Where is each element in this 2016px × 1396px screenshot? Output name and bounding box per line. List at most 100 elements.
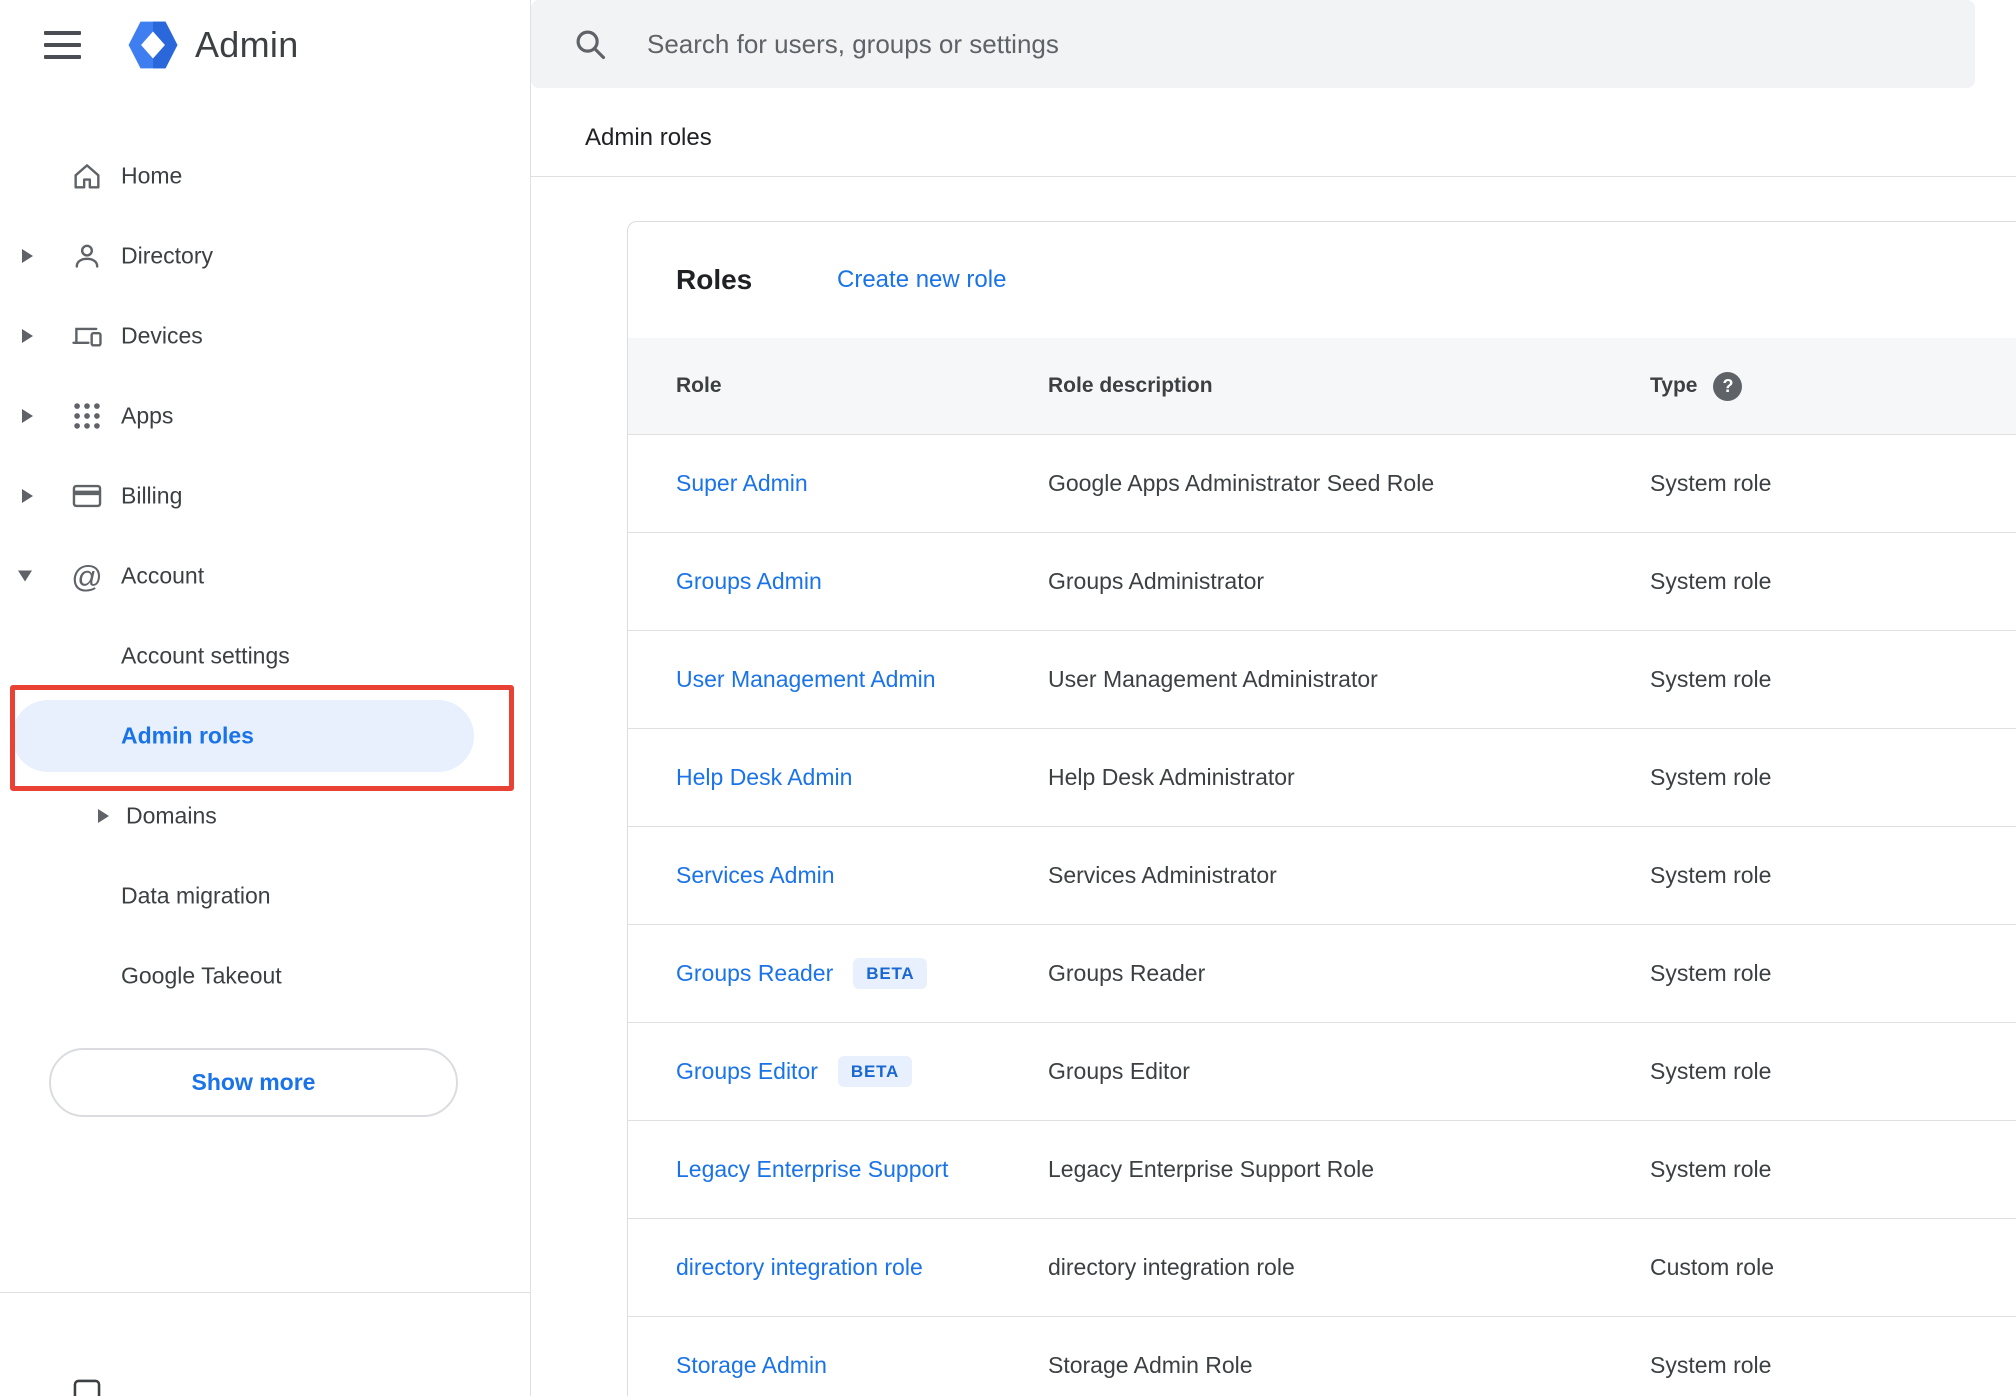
role-link[interactable]: Groups Reader <box>676 960 833 987</box>
breadcrumb: Admin roles <box>585 124 712 151</box>
table-row: Groups Reader BETA Groups Reader System … <box>628 924 2016 1022</box>
table-row: Groups Admin Groups Administrator System… <box>628 532 2016 630</box>
roles-title: Roles <box>676 264 753 295</box>
role-type: System role <box>1650 862 1772 888</box>
role-description: directory integration role <box>1048 1254 1295 1280</box>
expand-caret-icon[interactable] <box>22 489 33 503</box>
role-link[interactable]: Groups Editor <box>676 1058 818 1085</box>
expand-caret-icon[interactable] <box>98 809 109 823</box>
role-cell: Services Admin <box>676 827 835 924</box>
sidebar-header: Admin <box>0 0 531 90</box>
sidebar-item-label: Domains <box>126 802 217 829</box>
role-link[interactable]: Groups Admin <box>676 568 822 595</box>
role-cell: Groups Admin <box>676 533 822 630</box>
column-header-type: Type ? <box>1650 338 1743 434</box>
role-link[interactable]: Super Admin <box>676 470 808 497</box>
sidebar-bottom-divider <box>0 1292 531 1293</box>
sidebar-item-devices[interactable]: Devices <box>0 296 531 376</box>
role-type: System role <box>1650 666 1772 692</box>
breadcrumb-divider <box>531 176 2016 177</box>
roles-card: Roles Create new role Role Role descript… <box>627 221 2016 1396</box>
role-type: System role <box>1650 960 1772 986</box>
role-type: System role <box>1650 1352 1772 1378</box>
search-bar[interactable] <box>531 0 1975 88</box>
role-type: System role <box>1650 1156 1772 1182</box>
role-type: System role <box>1650 568 1772 594</box>
main-content: Admin roles Roles Create new role Role R… <box>531 0 2016 1396</box>
table-body: Super Admin Google Apps Administrator Se… <box>628 434 2016 1396</box>
table-row: User Management Admin User Management Ad… <box>628 630 2016 728</box>
show-more-button[interactable]: Show more <box>49 1048 458 1117</box>
beta-badge: BETA <box>837 1056 913 1087</box>
sidebar-item-domains[interactable]: Domains <box>0 776 531 856</box>
sidebar-item-google-takeout[interactable]: Google Takeout <box>0 936 531 1016</box>
role-description: Groups Reader <box>1048 960 1206 986</box>
role-description: Help Desk Administrator <box>1048 764 1295 790</box>
collapse-caret-icon[interactable] <box>18 570 32 582</box>
role-description: Groups Administrator <box>1048 568 1265 594</box>
sidebar-item-label: Apps <box>121 402 174 429</box>
sidebar-item-billing[interactable]: Billing <box>0 456 531 536</box>
role-cell: directory integration role <box>676 1219 923 1316</box>
sidebar-item-directory[interactable]: Directory <box>0 216 531 296</box>
sidebar-item-label: Admin roles <box>121 722 254 749</box>
table-row: directory integration role directory int… <box>628 1218 2016 1316</box>
sidebar-item-label: Account <box>121 562 205 589</box>
sidebar-item-account-settings[interactable]: Account settings <box>0 616 531 696</box>
expand-caret-icon[interactable] <box>22 409 33 423</box>
menu-icon[interactable] <box>44 31 81 59</box>
apps-grid-icon <box>70 399 104 433</box>
role-description: Services Administrator <box>1048 862 1277 888</box>
sidebar-item-admin-roles[interactable]: Admin roles <box>0 696 531 776</box>
role-link[interactable]: Legacy Enterprise Support <box>676 1156 948 1183</box>
role-cell: Groups Reader BETA <box>676 925 928 1022</box>
sidebar-bottom-icon[interactable] <box>70 1376 104 1396</box>
sidebar: Admin Home Directory Devices Apps Billin… <box>0 0 531 1396</box>
sidebar-item-label: Account settings <box>121 642 290 669</box>
roles-card-header: Roles Create new role <box>628 222 2016 338</box>
admin-logo-icon <box>127 19 179 71</box>
search-input[interactable] <box>647 28 1975 60</box>
role-link[interactable]: Storage Admin <box>676 1352 827 1379</box>
role-type: Custom role <box>1650 1254 1774 1280</box>
person-icon <box>70 239 104 273</box>
role-cell: Groups Editor BETA <box>676 1023 913 1120</box>
search-icon <box>571 25 609 63</box>
role-cell: Legacy Enterprise Support <box>676 1121 948 1218</box>
at-sign-icon: @ <box>71 558 103 594</box>
role-type: System role <box>1650 1058 1772 1084</box>
column-header-description: Role description <box>1048 374 1213 397</box>
role-cell: User Management Admin <box>676 631 936 728</box>
role-type: System role <box>1650 470 1772 496</box>
role-link[interactable]: Help Desk Admin <box>676 764 852 791</box>
sidebar-item-data-migration[interactable]: Data migration <box>0 856 531 936</box>
app-title: Admin <box>195 24 299 65</box>
sidebar-item-label: Google Takeout <box>121 962 282 989</box>
home-icon <box>70 159 104 193</box>
sidebar-item-home[interactable]: Home <box>0 136 531 216</box>
help-icon[interactable]: ? <box>1713 371 1743 401</box>
table-row: Services Admin Services Administrator Sy… <box>628 826 2016 924</box>
table-row: Storage Admin Storage Admin Role System … <box>628 1316 2016 1396</box>
expand-caret-icon[interactable] <box>22 249 33 263</box>
sidebar-item-apps[interactable]: Apps <box>0 376 531 456</box>
sidebar-item-account[interactable]: @ Account <box>0 536 531 616</box>
role-type: System role <box>1650 764 1772 790</box>
role-cell: Super Admin <box>676 435 808 532</box>
create-new-role-link[interactable]: Create new role <box>837 266 1006 294</box>
credit-card-icon <box>70 479 104 513</box>
sidebar-item-label: Data migration <box>121 882 271 909</box>
role-link[interactable]: User Management Admin <box>676 666 936 693</box>
sidebar-item-label: Directory <box>121 242 214 269</box>
beta-badge: BETA <box>853 958 928 989</box>
table-row: Help Desk Admin Help Desk Administrator … <box>628 728 2016 826</box>
sidebar-item-label: Home <box>121 162 183 189</box>
expand-caret-icon[interactable] <box>22 329 33 343</box>
role-link[interactable]: Services Admin <box>676 862 835 889</box>
column-header-role: Role <box>676 374 722 397</box>
role-description: Legacy Enterprise Support Role <box>1048 1156 1375 1182</box>
table-header-row: Role Role description Type ? <box>628 338 2016 434</box>
role-link[interactable]: directory integration role <box>676 1254 923 1281</box>
role-cell: Storage Admin <box>676 1317 827 1396</box>
table-row: Super Admin Google Apps Administrator Se… <box>628 434 2016 532</box>
